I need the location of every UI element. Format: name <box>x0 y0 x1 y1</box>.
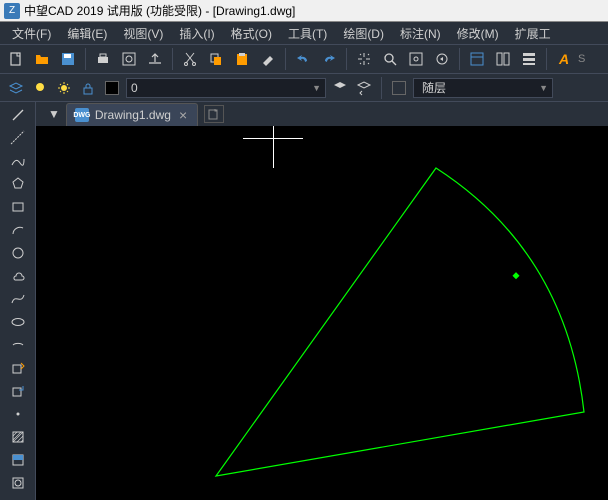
spline-tool-button[interactable] <box>4 288 32 310</box>
publish-button[interactable] <box>143 47 167 71</box>
app-icon: Z <box>4 3 20 19</box>
tab-bar: ▼ DWG Drawing1.dwg × <box>36 102 608 126</box>
lock-icon[interactable] <box>78 78 98 98</box>
design-center-button[interactable] <box>491 47 515 71</box>
separator <box>459 48 460 70</box>
zoom-extents-button[interactable] <box>404 47 428 71</box>
layer-states-button[interactable] <box>6 78 26 98</box>
text-style-button[interactable]: A <box>552 47 576 71</box>
toolbar-overflow-text: S <box>578 53 585 65</box>
match-properties-button[interactable] <box>256 47 280 71</box>
toolbar-draw <box>0 102 36 500</box>
properties-button[interactable] <box>465 47 489 71</box>
menu-format[interactable]: 格式(O) <box>223 23 280 44</box>
tool-palettes-button[interactable] <box>517 47 541 71</box>
toolbar-layers: 0 ▼ 随层 ▼ <box>0 74 608 102</box>
layer-current-label: 0 <box>131 81 138 95</box>
arc-tool-button[interactable] <box>4 219 32 241</box>
separator <box>285 48 286 70</box>
drawing-canvas[interactable] <box>36 126 608 500</box>
layer-color-swatch[interactable] <box>102 78 122 98</box>
redo-button[interactable] <box>317 47 341 71</box>
main-area: ▼ DWG Drawing1.dwg × <box>0 102 608 500</box>
zoom-previous-button[interactable] <box>430 47 454 71</box>
menu-file[interactable]: 文件(F) <box>4 23 59 44</box>
cut-button[interactable] <box>178 47 202 71</box>
toolbar-standard: A S <box>0 44 608 74</box>
copy-button[interactable] <box>204 47 228 71</box>
menu-bar: 文件(F) 编辑(E) 视图(V) 插入(I) 格式(O) 工具(T) 绘图(D… <box>0 22 608 44</box>
new-tab-button[interactable] <box>204 105 224 123</box>
separator <box>546 48 547 70</box>
sun-freeze-icon[interactable] <box>54 78 74 98</box>
layer-previous-button[interactable] <box>354 78 374 98</box>
menu-extend[interactable]: 扩展工 <box>507 23 559 44</box>
paste-button[interactable] <box>230 47 254 71</box>
hatch-tool-button[interactable] <box>4 426 32 448</box>
layer-dropdown[interactable]: 0 ▼ <box>126 78 326 98</box>
region-tool-button[interactable] <box>4 472 32 494</box>
canvas-area: ▼ DWG Drawing1.dwg × <box>36 102 608 500</box>
menu-dimension[interactable]: 标注(N) <box>392 23 449 44</box>
ellipse-arc-button[interactable] <box>4 334 32 356</box>
menu-insert[interactable]: 插入(I) <box>171 23 222 44</box>
gradient-tool-button[interactable] <box>4 449 32 471</box>
ellipse-tool-button[interactable] <box>4 311 32 333</box>
tab-drawing1[interactable]: DWG Drawing1.dwg × <box>66 103 198 126</box>
undo-button[interactable] <box>291 47 315 71</box>
polyline-tool-button[interactable] <box>4 150 32 172</box>
insert-block-button[interactable] <box>4 357 32 379</box>
dwg-file-icon: DWG <box>75 108 89 122</box>
window-title: 中望CAD 2019 试用版 (功能受限) - [Drawing1.dwg] <box>24 2 295 19</box>
pan-button[interactable] <box>352 47 376 71</box>
color-bylayer-label: 随层 <box>422 79 446 96</box>
revision-cloud-button[interactable] <box>4 265 32 287</box>
chevron-down-icon: ▼ <box>312 83 321 93</box>
make-block-button[interactable] <box>4 380 32 402</box>
title-bar: Z 中望CAD 2019 试用版 (功能受限) - [Drawing1.dwg] <box>0 0 608 22</box>
layer-manager-button[interactable] <box>330 78 350 98</box>
color-dropdown[interactable]: 随层 ▼ <box>413 78 553 98</box>
separator <box>381 77 382 99</box>
new-file-button[interactable] <box>4 47 28 71</box>
menu-draw[interactable]: 绘图(D) <box>335 23 392 44</box>
polygon-tool-button[interactable] <box>4 173 32 195</box>
menu-view[interactable]: 视图(V) <box>115 23 171 44</box>
close-tab-button[interactable]: × <box>177 107 189 123</box>
print-preview-button[interactable] <box>117 47 141 71</box>
tab-list-button[interactable]: ▼ <box>44 107 64 121</box>
separator <box>346 48 347 70</box>
rectangle-tool-button[interactable] <box>4 196 32 218</box>
menu-tools[interactable]: 工具(T) <box>280 23 335 44</box>
zoom-window-button[interactable] <box>378 47 402 71</box>
tab-label: Drawing1.dwg <box>95 108 171 122</box>
save-button[interactable] <box>56 47 80 71</box>
separator <box>85 48 86 70</box>
bylayer-color-swatch[interactable] <box>389 78 409 98</box>
chevron-down-icon: ▼ <box>539 83 548 93</box>
drawing-content <box>36 126 608 500</box>
point-tool-button[interactable] <box>4 403 32 425</box>
menu-edit[interactable]: 编辑(E) <box>59 23 115 44</box>
lightbulb-icon[interactable] <box>30 78 50 98</box>
print-button[interactable] <box>91 47 115 71</box>
circle-tool-button[interactable] <box>4 242 32 264</box>
separator <box>172 48 173 70</box>
open-file-button[interactable] <box>30 47 54 71</box>
menu-modify[interactable]: 修改(M) <box>449 23 507 44</box>
construction-line-button[interactable] <box>4 127 32 149</box>
line-tool-button[interactable] <box>4 104 32 126</box>
